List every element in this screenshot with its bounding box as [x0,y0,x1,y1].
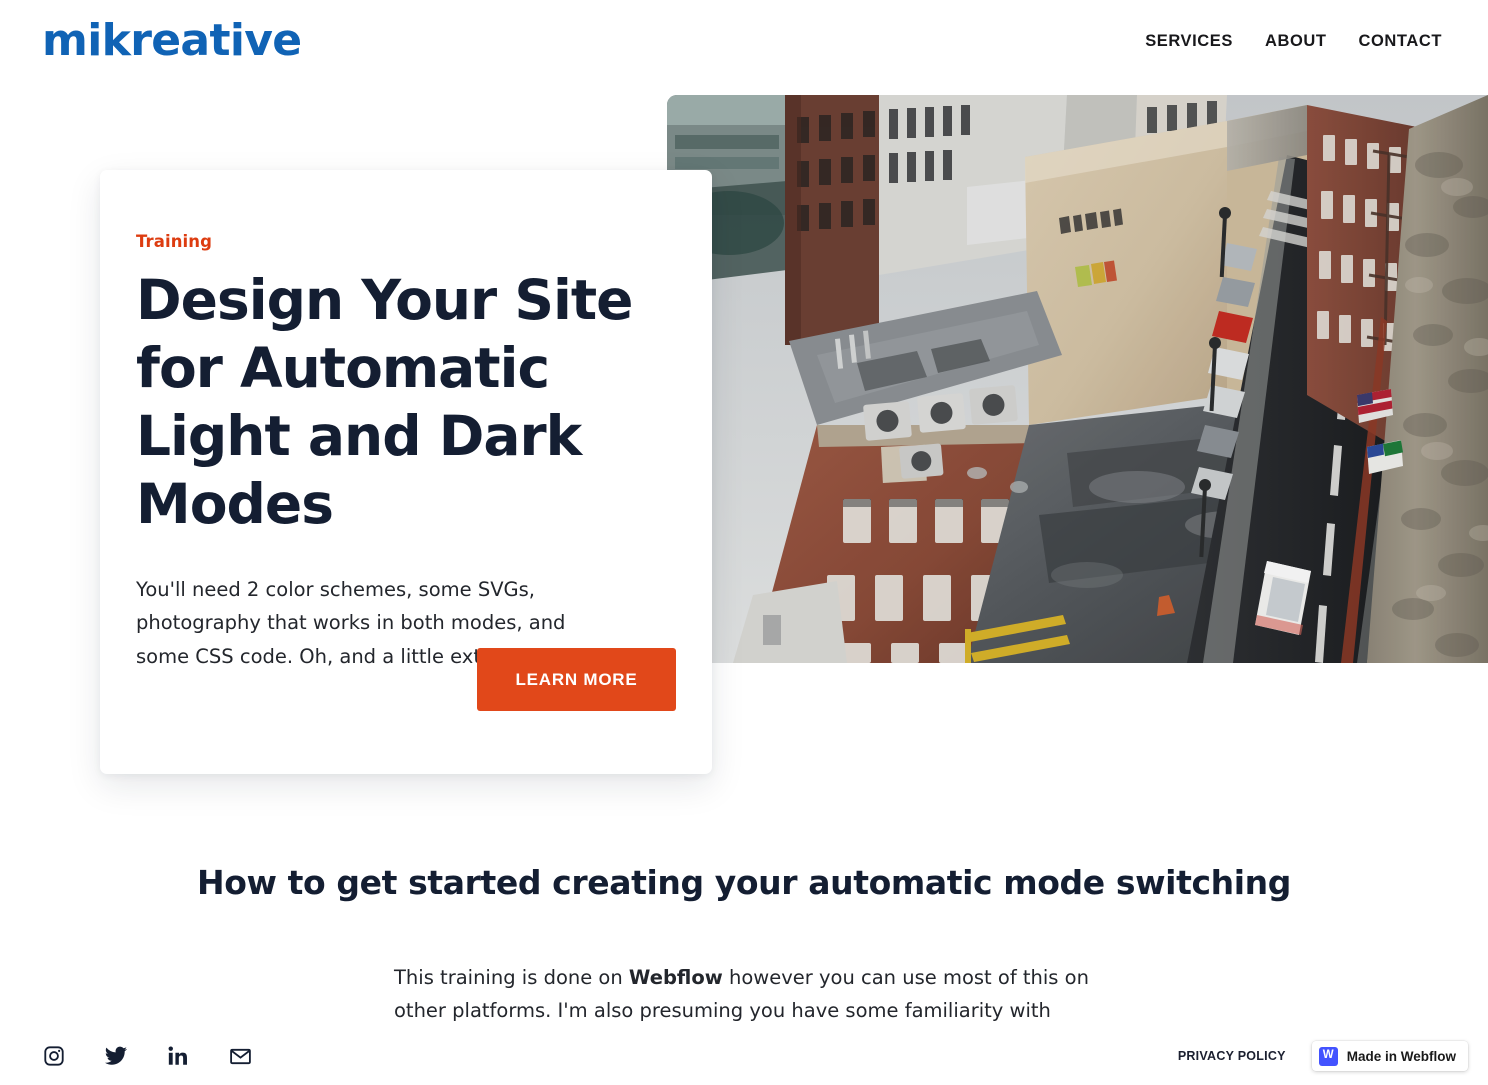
cta-row: LEARN MORE [477,648,676,711]
email-icon[interactable] [228,1044,252,1068]
instagram-icon[interactable] [42,1044,66,1068]
section-heading: How to get started creating your automat… [197,863,1291,902]
paragraph-bold-webflow: Webflow [628,965,723,989]
footer-right-group: PRIVACY POLICY W Made in Webflow [1178,1041,1468,1071]
category-eyebrow: Training [136,232,212,251]
nav-item-services[interactable]: SERVICES [1145,32,1233,51]
twitter-icon[interactable] [104,1044,128,1068]
nav-item-contact[interactable]: CONTACT [1359,32,1442,51]
hero-card: Training Design Your Site for Automatic … [100,170,712,774]
made-in-webflow-label: Made in Webflow [1346,1048,1456,1064]
hero-photo [667,95,1488,663]
city-street-aerial-image [667,95,1488,663]
site-footer: PRIVACY POLICY W Made in Webflow [0,1027,1488,1085]
page-root: mikreative SERVICES ABOUT CONTACT Traini… [0,0,1488,1085]
linkedin-icon[interactable] [166,1044,190,1068]
main-navigation: SERVICES ABOUT CONTACT [1145,32,1442,51]
webflow-mark-icon: W [1318,1046,1338,1066]
nav-item-about[interactable]: ABOUT [1265,32,1327,51]
brand-logo[interactable]: mikreative [42,19,302,63]
paragraph-text-before: This training is done on [394,965,629,989]
site-header: mikreative SERVICES ABOUT CONTACT [0,0,1488,82]
learn-more-button[interactable]: LEARN MORE [477,648,676,711]
privacy-policy-link[interactable]: PRIVACY POLICY [1178,1049,1286,1063]
page-title: Design Your Site for Automatic Light and… [136,268,633,536]
social-links [42,1044,252,1068]
made-in-webflow-badge[interactable]: W Made in Webflow [1311,1041,1468,1071]
